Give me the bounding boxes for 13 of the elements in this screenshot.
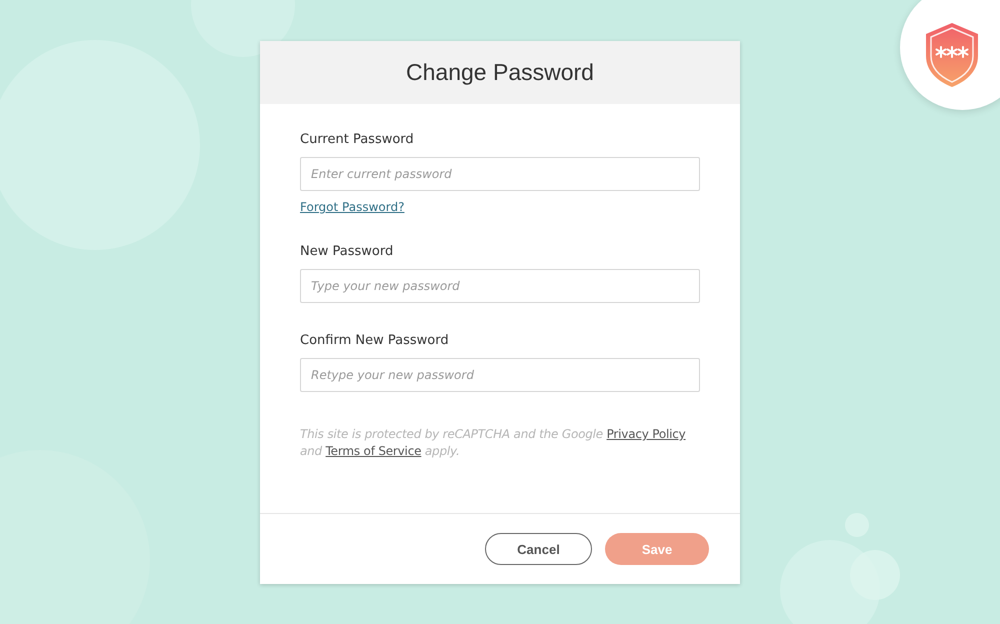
policy-link[interactable]: Terms of Service xyxy=(326,444,422,458)
dialog-title: Change Password xyxy=(406,59,594,86)
field-label: Current Password xyxy=(300,132,415,147)
shield-icon xyxy=(924,22,978,88)
field-label: New Password xyxy=(300,244,394,259)
policy-link[interactable]: Privacy Policy xyxy=(606,427,686,441)
field-label: Confirm New Password xyxy=(300,333,450,348)
forgot-password-link[interactable]: Forgot Password? xyxy=(300,200,404,214)
password-field[interactable]: Type your new password xyxy=(300,269,700,303)
recaptcha-notice: This site is protected by reCAPTCHA and the Google Privacy Policy and Terms of Service apply. xyxy=(300,426,687,460)
cancel-button[interactable]: Cancel xyxy=(485,533,592,565)
password-field[interactable]: Enter current password xyxy=(300,157,700,191)
password-field[interactable]: Retype your new password xyxy=(300,358,700,392)
